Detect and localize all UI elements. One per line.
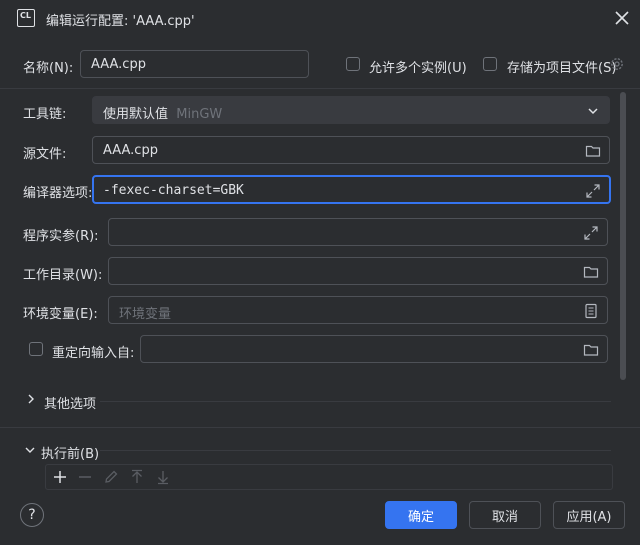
source-file-field[interactable]: AAA.cpp	[92, 136, 610, 164]
gear-icon[interactable]	[609, 56, 625, 72]
store-as-project-label: 存储为项目文件(S)	[507, 61, 617, 76]
help-button[interactable]: ?	[20, 503, 44, 527]
redirect-input-checkbox[interactable]	[29, 342, 43, 356]
toolchain-select[interactable]: 使用默认值 MinGW	[92, 96, 610, 124]
compiler-options-field[interactable]: -fexec-charset=GBK	[92, 175, 611, 204]
expand-icon[interactable]	[583, 225, 599, 241]
apply-button[interactable]: 应用(A)	[553, 501, 625, 529]
source-file-value: AAA.cpp	[103, 143, 158, 158]
compiler-options-value: -fexec-charset=GBK	[103, 183, 244, 198]
toolchain-value: 使用默认值 MinGW	[103, 107, 223, 122]
add-icon[interactable]	[52, 469, 68, 485]
name-value: AAA.cpp	[91, 57, 146, 72]
clion-app-icon: CL	[17, 9, 35, 27]
scrollbar[interactable]	[620, 92, 626, 380]
allow-multiple-checkbox[interactable]	[346, 57, 360, 71]
chevron-down-icon[interactable]	[24, 444, 36, 456]
close-icon[interactable]	[612, 8, 632, 28]
program-args-field[interactable]	[108, 218, 608, 246]
working-dir-field[interactable]	[108, 257, 608, 285]
working-dir-label: 工作目录(W):	[23, 268, 103, 283]
redirect-input-field[interactable]	[140, 335, 608, 363]
ok-button[interactable]: 确定	[385, 501, 457, 529]
allow-multiple-label: 允许多个实例(U)	[369, 61, 467, 76]
env-vars-label: 环境变量(E):	[23, 307, 98, 322]
section-separator	[0, 427, 640, 428]
chevron-down-icon	[588, 108, 598, 115]
edit-icon[interactable]	[103, 469, 119, 485]
folder-icon[interactable]	[583, 342, 599, 358]
cancel-button[interactable]: 取消	[469, 501, 541, 529]
other-options-separator	[100, 401, 611, 402]
title-bar: CL 编辑运行配置: 'AAA.cpp'	[0, 0, 640, 38]
other-options-label[interactable]: 其他选项	[44, 393, 96, 412]
compiler-options-label: 编译器选项:	[23, 186, 93, 201]
expand-icon[interactable]	[585, 183, 601, 199]
remove-icon[interactable]	[77, 469, 93, 485]
name-label: 名称(N):	[23, 61, 74, 76]
chevron-right-icon[interactable]	[25, 393, 37, 405]
name-field[interactable]: AAA.cpp	[80, 50, 309, 78]
move-down-icon[interactable]	[155, 469, 171, 485]
window-title: 编辑运行配置: 'AAA.cpp'	[46, 14, 195, 29]
env-vars-placeholder: 环境变量	[119, 307, 172, 322]
move-up-icon[interactable]	[129, 469, 145, 485]
header-separator	[0, 88, 640, 89]
source-file-label: 源文件:	[23, 147, 67, 162]
env-vars-field[interactable]: 环境变量	[108, 296, 608, 324]
redirect-input-label: 重定向输入自:	[52, 346, 135, 361]
store-as-project-checkbox[interactable]	[483, 57, 497, 71]
toolchain-label: 工具链:	[23, 107, 67, 122]
folder-icon[interactable]	[585, 143, 601, 159]
before-launch-label[interactable]: 执行前(B)	[41, 443, 99, 462]
before-launch-toolbar	[45, 464, 613, 490]
document-list-icon[interactable]	[583, 303, 599, 319]
before-launch-separator	[100, 450, 611, 451]
folder-icon[interactable]	[583, 264, 599, 280]
program-args-label: 程序实参(R):	[23, 229, 99, 244]
